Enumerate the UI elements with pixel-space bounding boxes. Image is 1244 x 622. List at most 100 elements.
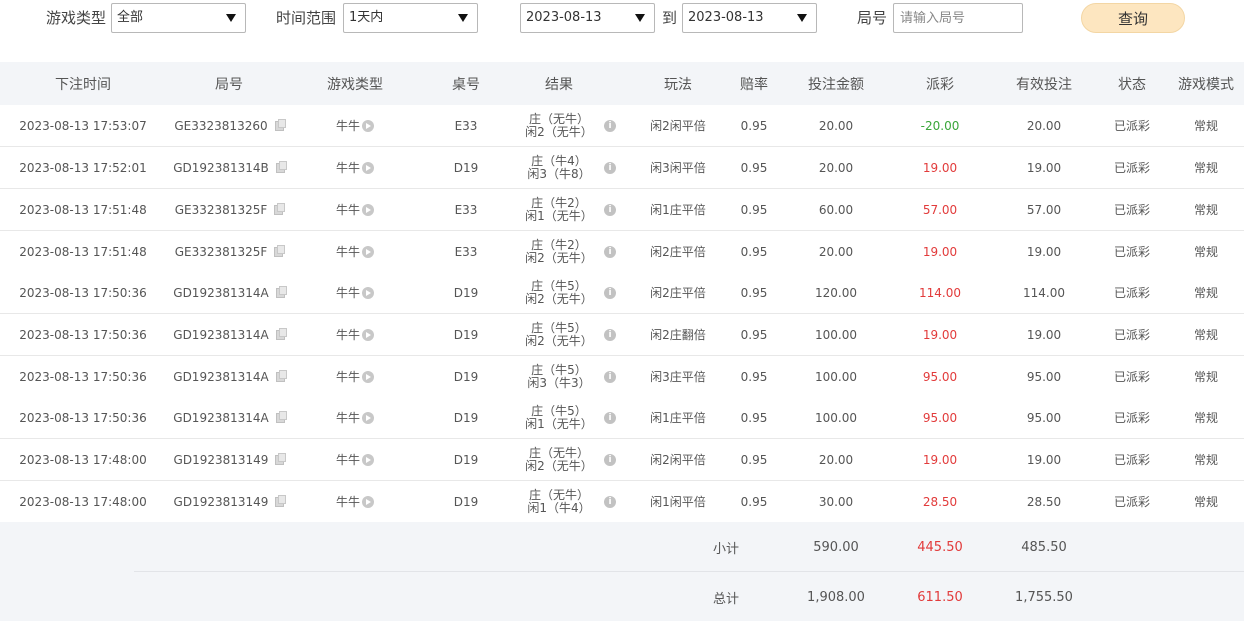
game-type: 牛牛 (335, 370, 360, 384)
bet-amount: 20.00 (818, 452, 854, 467)
info-icon[interactable]: i (604, 203, 616, 216)
header-bet-time: 下注时间 (55, 76, 111, 93)
valid-bet: 114.00 (1023, 285, 1065, 300)
game-mode: 常规 (1193, 328, 1218, 342)
table-no: D19 (453, 410, 479, 425)
bet-amount: 20.00 (818, 160, 854, 175)
bet-time: 2023-08-13 17:50:36 (19, 327, 147, 342)
game-type-select[interactable]: 全部 (111, 3, 246, 33)
game-mode: 常规 (1193, 161, 1218, 175)
header-game-type: 游戏类型 (327, 76, 383, 93)
date-from-select[interactable]: 2023-08-13 (520, 3, 655, 33)
bet-time: 2023-08-13 17:51:48 (19, 244, 147, 259)
copy-icon[interactable] (275, 327, 287, 340)
game-cell: 牛牛 (292, 189, 418, 230)
play-circle-icon[interactable] (362, 495, 374, 508)
round-id: GE332381325F (174, 202, 268, 217)
round-search-input[interactable] (893, 3, 1023, 33)
chevron-down-icon (458, 14, 468, 22)
play-circle-icon[interactable] (362, 203, 374, 216)
banker-result: 庄（牛4） (531, 153, 587, 168)
payout: 95.00 (922, 410, 958, 425)
query-button[interactable]: 查询 (1081, 3, 1185, 33)
player-result: 闲2（无牛） (525, 250, 593, 265)
date-to-select[interactable]: 2023-08-13 (682, 3, 817, 33)
player-result: 闲1（牛4） (527, 500, 591, 515)
game-mode: 常规 (1193, 245, 1218, 259)
play-circle-icon[interactable] (362, 119, 374, 132)
header-payout: 派彩 (926, 76, 954, 93)
info-icon[interactable]: i (604, 119, 616, 132)
time-range-value: 1天内 (349, 10, 384, 25)
time-range-select[interactable]: 1天内 (343, 3, 478, 33)
game-type: 牛牛 (335, 453, 360, 467)
banker-result: 庄（牛2） (531, 195, 587, 210)
valid-bet: 19.00 (1026, 244, 1062, 259)
play-circle-icon[interactable] (362, 328, 374, 341)
status: 已派彩 (1113, 286, 1150, 300)
banker-result: 庄（牛2） (531, 237, 587, 252)
bet-time: 2023-08-13 17:53:07 (19, 118, 147, 133)
info-icon[interactable]: i (604, 328, 616, 341)
game-type: 牛牛 (335, 245, 360, 259)
table-no: D19 (453, 452, 479, 467)
bet-amount: 20.00 (818, 118, 854, 133)
info-icon[interactable]: i (604, 286, 616, 299)
info-cell: i (598, 272, 622, 313)
game-mode: 常规 (1193, 286, 1218, 300)
odds: 0.95 (740, 369, 768, 384)
payout: 28.50 (922, 494, 958, 509)
player-result: 闲2（无牛） (525, 291, 593, 306)
game-cell: 牛牛 (292, 397, 418, 438)
game-type: 牛牛 (335, 286, 360, 300)
play-circle-icon[interactable] (362, 453, 374, 466)
result-cell: 庄（牛5） 闲2（无牛） (514, 314, 604, 355)
play-circle-icon[interactable] (362, 245, 374, 258)
info-icon[interactable]: i (604, 411, 616, 424)
play-circle-icon[interactable] (362, 411, 374, 424)
copy-icon[interactable] (275, 452, 287, 465)
result-cell: 庄（无牛） 闲2（无牛） (514, 439, 604, 480)
copy-icon[interactable] (274, 118, 286, 131)
filter-bar: 游戏类型 全部 时间范围 1天内 2023-08-13 到 2023-08-13… (0, 0, 1244, 60)
info-icon[interactable]: i (604, 495, 616, 508)
copy-icon[interactable] (275, 494, 287, 507)
info-icon[interactable]: i (604, 370, 616, 383)
table-no: D19 (453, 494, 479, 509)
info-icon[interactable]: i (604, 161, 616, 174)
valid-bet: 20.00 (1026, 118, 1062, 133)
info-cell: i (598, 356, 622, 397)
game-mode: 常规 (1193, 203, 1218, 217)
player-result: 闲2（无牛） (525, 333, 593, 348)
info-icon[interactable]: i (604, 245, 616, 258)
subtotal-bet: 590.00 (813, 539, 859, 555)
copy-icon[interactable] (275, 285, 287, 298)
info-icon[interactable]: i (604, 453, 616, 466)
copy-icon[interactable] (275, 410, 287, 423)
play-circle-icon[interactable] (362, 370, 374, 383)
game-type-value: 全部 (117, 10, 144, 25)
play-circle-icon[interactable] (362, 286, 374, 299)
round-id: GD192381314A (173, 285, 269, 300)
bet-time: 2023-08-13 17:48:00 (19, 452, 147, 467)
result-cell: 庄（牛5） 闲3（牛3） (514, 356, 604, 397)
payout: -20.00 (920, 118, 960, 133)
game-type-label: 游戏类型 (46, 9, 107, 27)
status: 已派彩 (1113, 370, 1150, 384)
payout: 19.00 (922, 244, 958, 259)
date-from-value: 2023-08-13 (526, 10, 602, 25)
copy-icon[interactable] (275, 369, 287, 382)
copy-icon[interactable] (274, 244, 286, 257)
copy-icon[interactable] (274, 202, 286, 215)
game-cell: 牛牛 (292, 105, 418, 146)
game-mode: 常规 (1193, 411, 1218, 425)
play-circle-icon[interactable] (362, 161, 374, 174)
odds: 0.95 (740, 327, 768, 342)
chevron-down-icon (797, 14, 807, 22)
copy-icon[interactable] (275, 160, 287, 173)
valid-bet: 19.00 (1026, 452, 1062, 467)
payout: 19.00 (922, 160, 958, 175)
result-cell: 庄（牛2） 闲2（无牛） (514, 231, 604, 272)
valid-bet: 19.00 (1026, 327, 1062, 342)
bet-amount: 100.00 (815, 369, 857, 384)
